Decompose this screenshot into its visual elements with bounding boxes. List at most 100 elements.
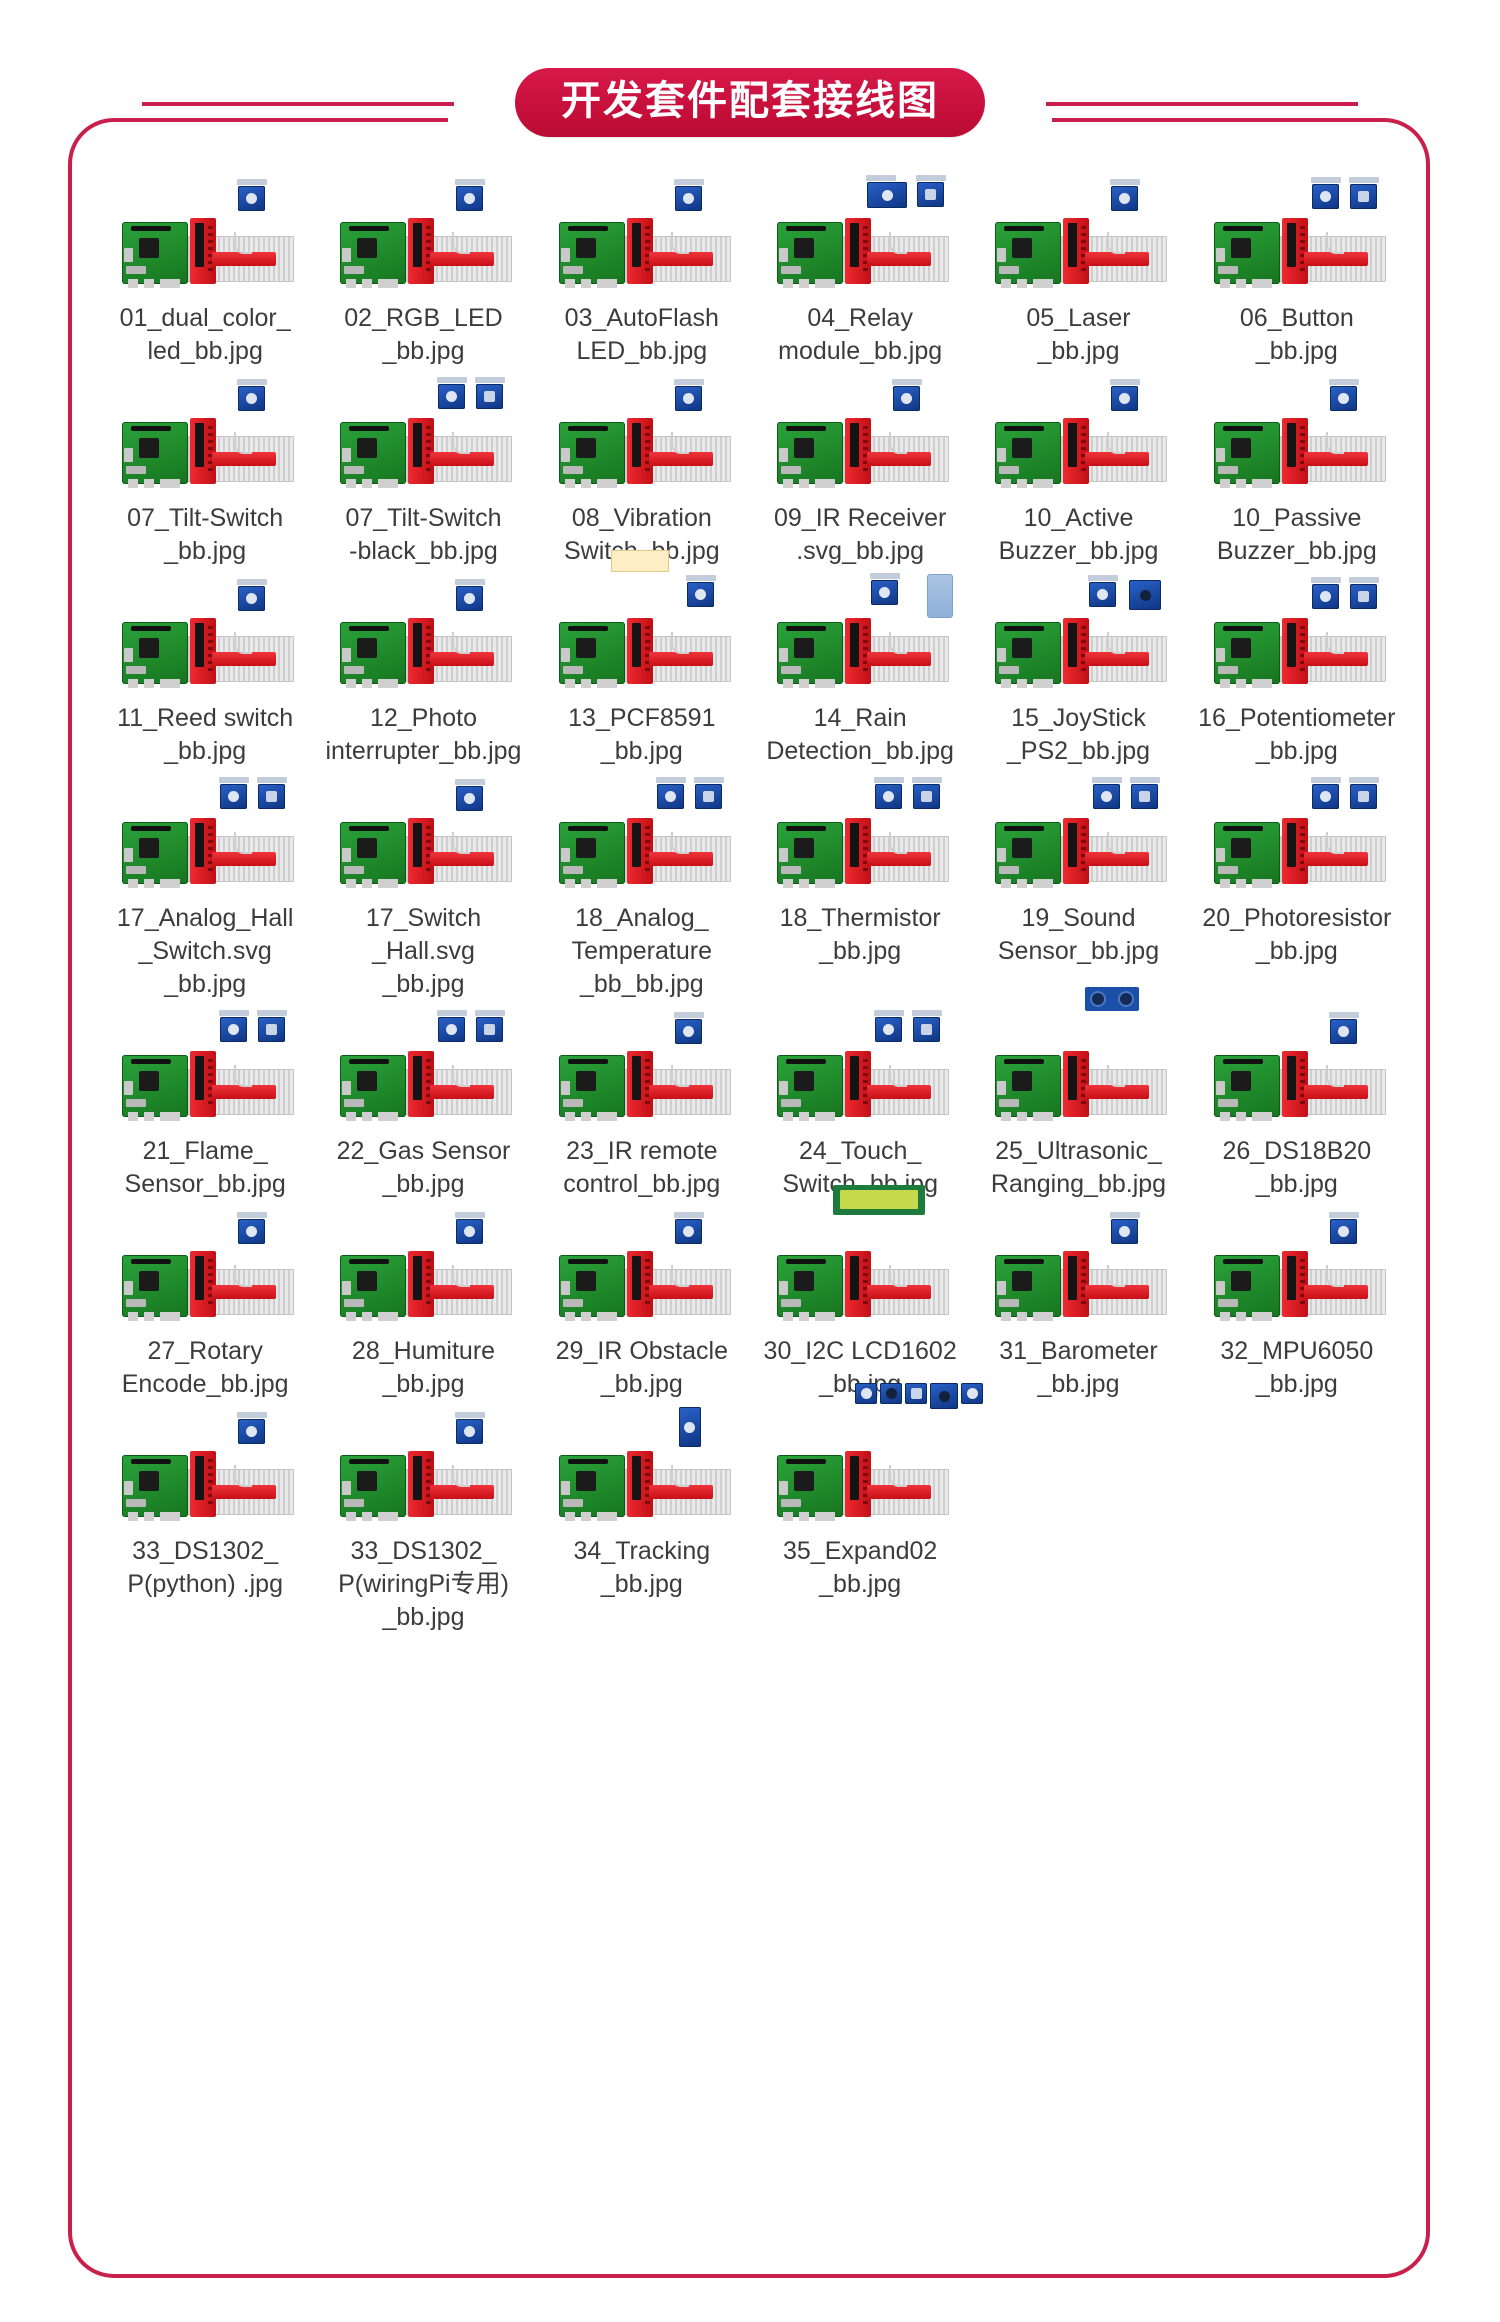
diagram-item[interactable]: 33_DS1302_ P(wiringPi专用) _bb.jpg bbox=[314, 1401, 532, 1634]
diagram-item[interactable]: 31_Barometer _bb.jpg bbox=[969, 1201, 1187, 1401]
diagram-item[interactable]: 10_Active Buzzer_bb.jpg bbox=[969, 368, 1187, 568]
module-label bbox=[693, 777, 724, 783]
sensor-module bbox=[475, 377, 506, 409]
sensor-module bbox=[455, 779, 486, 811]
pi-usb-port bbox=[560, 248, 570, 262]
wiring-diagram-thumbnail bbox=[1208, 1212, 1386, 1321]
t-cobbler-adapter bbox=[626, 618, 653, 684]
diagram-item[interactable]: 29_IR Obstacle _bb.jpg bbox=[533, 1201, 751, 1401]
diagram-caption: 22_Gas Sensor _bb.jpg bbox=[336, 1137, 511, 1198]
thumbnail-slot bbox=[755, 168, 965, 288]
module-label bbox=[874, 1010, 905, 1016]
pi-usb-port bbox=[124, 248, 134, 262]
wiring-diagram-thumbnail bbox=[334, 1212, 513, 1321]
diagram-caption: 34_Tracking _bb.jpg bbox=[573, 1537, 711, 1598]
diagram-item[interactable]: 28_Humiture _bb.jpg bbox=[314, 1201, 532, 1401]
diagram-item[interactable]: 07_Tilt-Switch _bb.jpg bbox=[96, 368, 314, 568]
pi-usb-port bbox=[342, 448, 352, 462]
joystick-module bbox=[930, 1383, 959, 1409]
sensor-module bbox=[237, 379, 268, 411]
diagram-item[interactable]: 32_MPU6050 _bb.jpg bbox=[1188, 1201, 1406, 1401]
pi-soc-chip bbox=[1230, 1271, 1251, 1291]
pi-gpio-header bbox=[786, 226, 827, 231]
diagram-item[interactable]: 35_Expand02 _bb.jpg bbox=[751, 1383, 984, 1634]
cobbler-slot bbox=[195, 623, 205, 667]
ribbon-arm bbox=[1303, 852, 1368, 866]
thumbnail-slot bbox=[100, 1201, 310, 1321]
ribbon-arm bbox=[430, 252, 495, 266]
diagram-item[interactable]: 24_Touch_ Switch_bb.jpg bbox=[751, 1001, 969, 1201]
cobbler-slot bbox=[1286, 1256, 1296, 1300]
diagram-item[interactable]: 17_Switch _Hall.svg _bb.jpg bbox=[314, 768, 532, 1001]
thumbnail-slot bbox=[537, 550, 747, 688]
module-label bbox=[455, 179, 486, 185]
pi-usb-port bbox=[560, 1481, 570, 1495]
diagram-item[interactable]: 16_Potentiometer _bb.jpg bbox=[1188, 568, 1406, 768]
diagram-item[interactable]: 23_IR remote control_bb.jpg bbox=[533, 1001, 751, 1201]
diagram-item[interactable]: 03_AutoFlash LED_bb.jpg bbox=[533, 168, 751, 368]
diagram-item[interactable]: 18_Thermistor _bb.jpg bbox=[751, 768, 969, 1001]
pi-usb-port bbox=[560, 448, 570, 462]
diagram-caption: 32_MPU6050 _bb.jpg bbox=[1220, 1337, 1374, 1398]
pi-gpio-header bbox=[1004, 226, 1045, 231]
t-cobbler-adapter bbox=[190, 1051, 217, 1117]
pi-ethernet-port bbox=[781, 466, 802, 474]
diagram-item[interactable]: 25_Ultrasonic_ Ranging_bb.jpg bbox=[969, 987, 1187, 1201]
diagram-item[interactable]: 12_Photo interrupter_bb.jpg bbox=[314, 568, 532, 768]
diagram-item[interactable]: 02_RGB_LED _bb.jpg bbox=[314, 168, 532, 368]
pi-usb-port bbox=[124, 1281, 134, 1295]
raspberry-pi-board bbox=[340, 822, 407, 888]
diagram-item[interactable]: 19_Sound Sensor_bb.jpg bbox=[969, 768, 1187, 1001]
pi-ethernet-port bbox=[1217, 1099, 1238, 1107]
diagram-item[interactable]: 14_Rain Detection_bb.jpg bbox=[751, 568, 969, 768]
pi-connectors bbox=[783, 279, 836, 288]
module-label bbox=[237, 179, 268, 185]
sensor-module bbox=[1348, 577, 1379, 609]
pi-connectors bbox=[783, 479, 836, 488]
raspberry-pi-board bbox=[777, 222, 844, 288]
jumper-wire bbox=[234, 1465, 253, 1487]
jumper-wire bbox=[234, 232, 253, 254]
diagram-item[interactable]: 27_Rotary Encode_bb.jpg bbox=[96, 1201, 314, 1401]
pi-connectors bbox=[564, 279, 617, 288]
diagram-item[interactable]: 10_Passive Buzzer_bb.jpg bbox=[1188, 368, 1406, 568]
diagram-caption: 07_Tilt-Switch _bb.jpg bbox=[127, 504, 284, 565]
diagram-item[interactable]: 09_IR Receiver .svg_bb.jpg bbox=[751, 368, 969, 568]
module-label bbox=[912, 1010, 943, 1016]
pi-usb-port bbox=[779, 1281, 789, 1295]
diagram-item[interactable]: 11_Reed switch _bb.jpg bbox=[96, 568, 314, 768]
pi-soc-chip bbox=[794, 1071, 815, 1091]
diagram-item[interactable]: 04_Relay module_bb.jpg bbox=[751, 168, 969, 368]
diagram-item[interactable]: 26_DS18B20 _bb.jpg bbox=[1188, 1001, 1406, 1201]
diagram-item[interactable]: 08_Vibration Switch_bb.jpg bbox=[533, 368, 751, 568]
cobbler-slot bbox=[413, 1056, 423, 1100]
diagram-item[interactable]: 22_Gas Sensor _bb.jpg bbox=[314, 1001, 532, 1201]
raspberry-pi-board bbox=[558, 822, 625, 888]
diagram-item[interactable]: 05_Laser _bb.jpg bbox=[969, 168, 1187, 368]
pi-connectors bbox=[346, 679, 399, 688]
jumper-wire bbox=[670, 1465, 689, 1487]
wiring-diagram-thumbnail bbox=[116, 579, 295, 688]
cobbler-slot bbox=[631, 1456, 641, 1500]
diagram-item[interactable]: 06_Button _bb.jpg bbox=[1188, 168, 1406, 368]
diagram-item[interactable]: 21_Flame_ Sensor_bb.jpg bbox=[96, 1001, 314, 1201]
pi-soc-chip bbox=[1012, 1271, 1033, 1291]
diagram-item[interactable]: 34_Tracking _bb.jpg bbox=[533, 1401, 751, 1634]
diagram-item[interactable]: 30_I2C LCD1602 _bb.jpg bbox=[751, 1185, 969, 1401]
diagram-item[interactable]: 07_Tilt-Switch -black_bb.jpg bbox=[314, 368, 532, 568]
pi-connectors bbox=[1219, 479, 1272, 488]
diagram-item[interactable]: 17_Analog_Hall _Switch.svg _bb.jpg bbox=[96, 768, 314, 1001]
thumbnail-slot bbox=[755, 1001, 965, 1121]
pi-connectors bbox=[564, 479, 617, 488]
diagram-item[interactable]: 18_Analog_ Temperature _bb_bb.jpg bbox=[533, 768, 751, 1001]
diagram-item[interactable]: 33_DS1302_ P(python) .jpg bbox=[96, 1401, 314, 1634]
jumper-wire bbox=[670, 432, 689, 454]
diagram-caption: 25_Ultrasonic_ Ranging_bb.jpg bbox=[990, 1137, 1167, 1198]
pi-connectors bbox=[1001, 1312, 1054, 1321]
pi-soc-chip bbox=[357, 1071, 378, 1091]
diagram-item[interactable]: 15_JoyStick _PS2_bb.jpg bbox=[969, 568, 1187, 768]
pi-connectors bbox=[1001, 479, 1054, 488]
diagram-item[interactable]: 01_dual_color_ led_bb.jpg bbox=[96, 168, 314, 368]
diagram-item[interactable]: 13_PCF8591 _bb.jpg bbox=[533, 550, 751, 768]
diagram-item[interactable]: 20_Photoresistor _bb.jpg bbox=[1188, 768, 1406, 1001]
